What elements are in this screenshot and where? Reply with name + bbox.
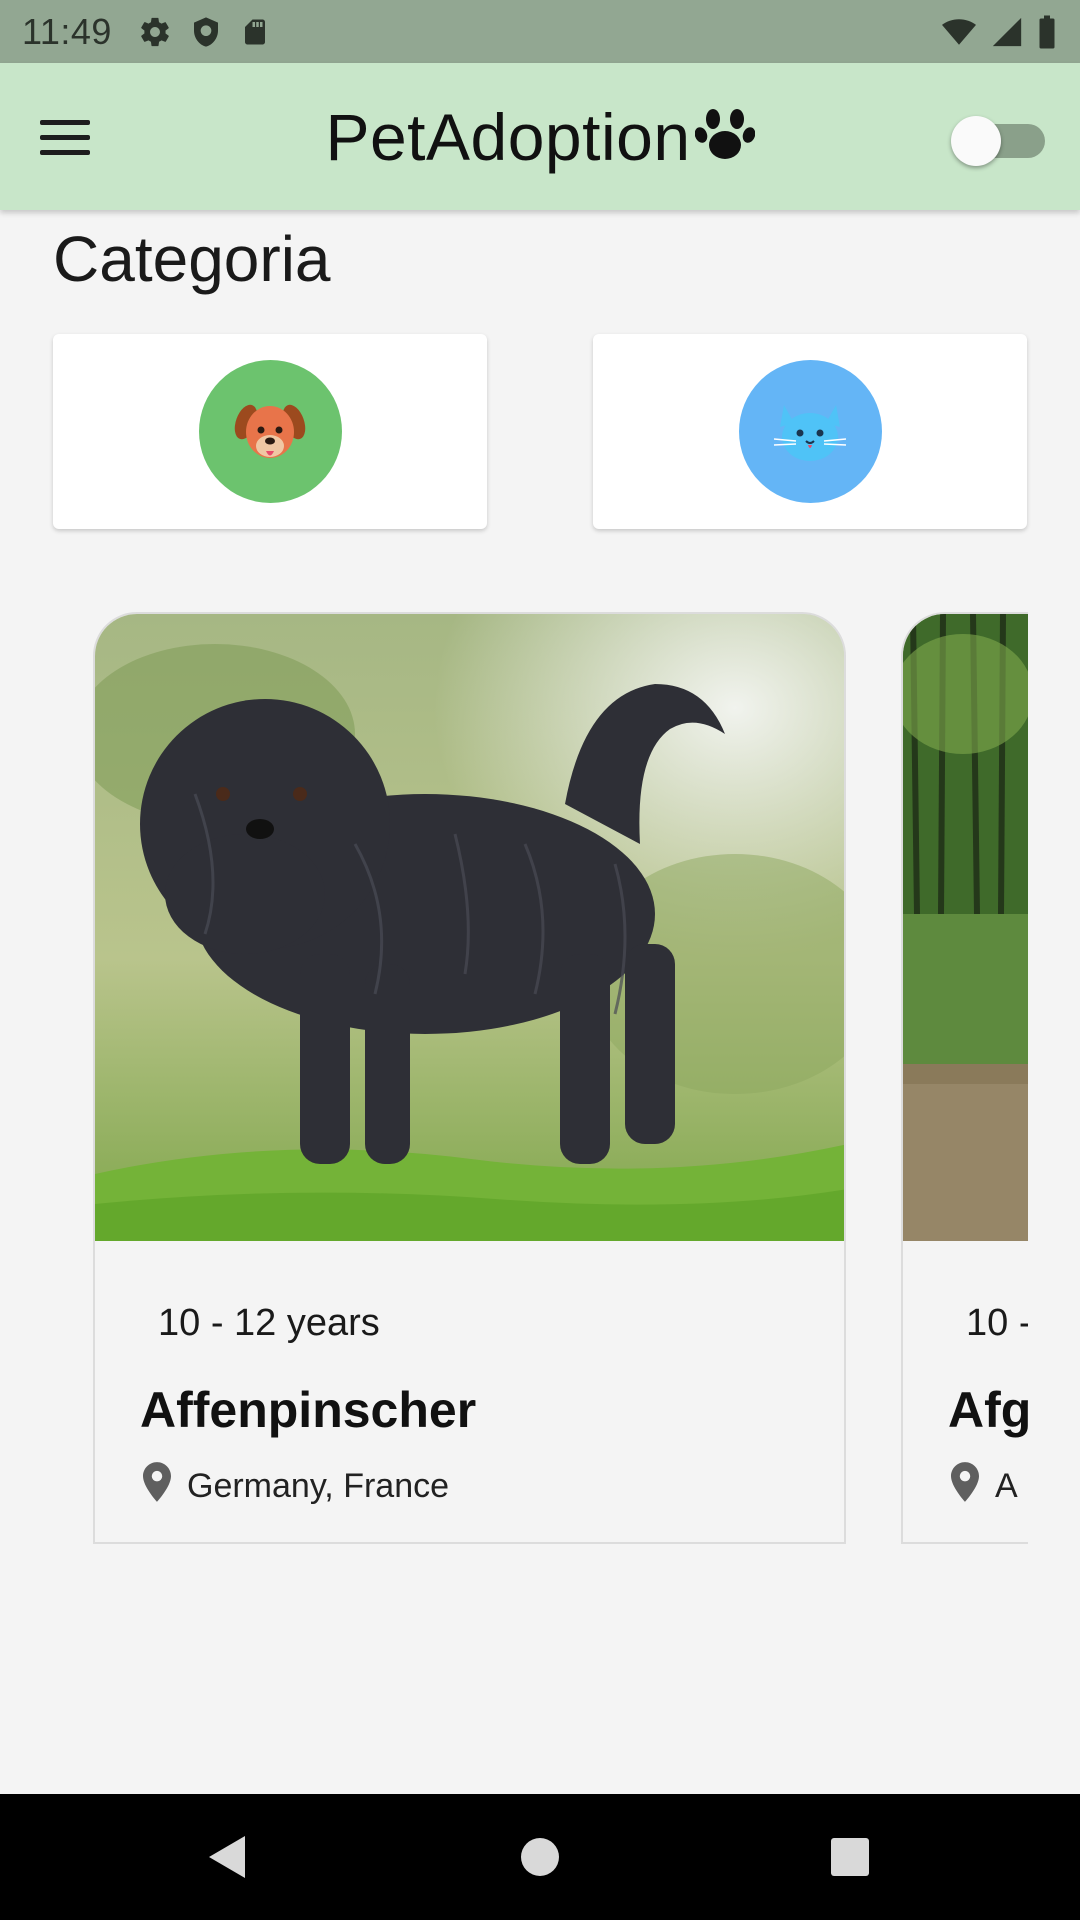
location-pin-icon: [951, 1462, 979, 1511]
app-bar: PetAdoption: [0, 63, 1080, 210]
home-button[interactable]: [470, 1794, 610, 1920]
category-cat-card[interactable]: [593, 334, 1027, 529]
pet-photo: [95, 614, 844, 1241]
sd-card-icon: [240, 15, 270, 49]
battery-icon: [1036, 14, 1058, 50]
cat-icon: [738, 360, 882, 503]
pet-name: Afg: [948, 1382, 1028, 1438]
paw-icon: [694, 105, 755, 168]
pet-age: 10 -: [966, 1302, 1028, 1344]
recents-icon: [831, 1838, 869, 1876]
dog-icon: [198, 360, 342, 503]
pet-age: 10 - 12 years: [158, 1302, 380, 1344]
pet-card[interactable]: 10 - Afg A: [901, 612, 1028, 1544]
menu-button[interactable]: [40, 107, 106, 167]
back-icon: [209, 1836, 245, 1878]
pet-location-text: Germany, France: [187, 1467, 450, 1505]
status-bar: 11:49: [0, 0, 1080, 63]
home-icon: [521, 1838, 559, 1876]
wifi-icon: [940, 15, 978, 49]
settings-icon: [138, 15, 172, 49]
pet-location-text: A: [995, 1467, 1018, 1505]
system-nav-bar: [0, 1794, 1080, 1920]
back-button[interactable]: [156, 1794, 296, 1920]
recents-button[interactable]: [780, 1794, 920, 1920]
pet-location: A: [951, 1462, 1018, 1511]
location-pin-icon: [143, 1462, 171, 1511]
menu-icon: [40, 119, 90, 125]
app-title: PetAdoption: [325, 99, 691, 174]
signal-icon: [990, 15, 1024, 49]
pet-name: Affenpinscher: [140, 1382, 477, 1438]
category-title: Categoria: [53, 223, 331, 295]
shield-icon: [190, 15, 222, 49]
pet-location: Germany, France: [143, 1462, 449, 1511]
pet-photo: [903, 614, 1028, 1241]
status-time: 11:49: [22, 10, 112, 52]
category-dog-card[interactable]: [53, 334, 487, 529]
theme-toggle[interactable]: [951, 114, 1047, 166]
pet-carousel[interactable]: 10 - 12 years Affenpinscher Germany, Fra…: [0, 610, 1028, 1550]
pet-card[interactable]: 10 - 12 years Affenpinscher Germany, Fra…: [93, 612, 846, 1544]
